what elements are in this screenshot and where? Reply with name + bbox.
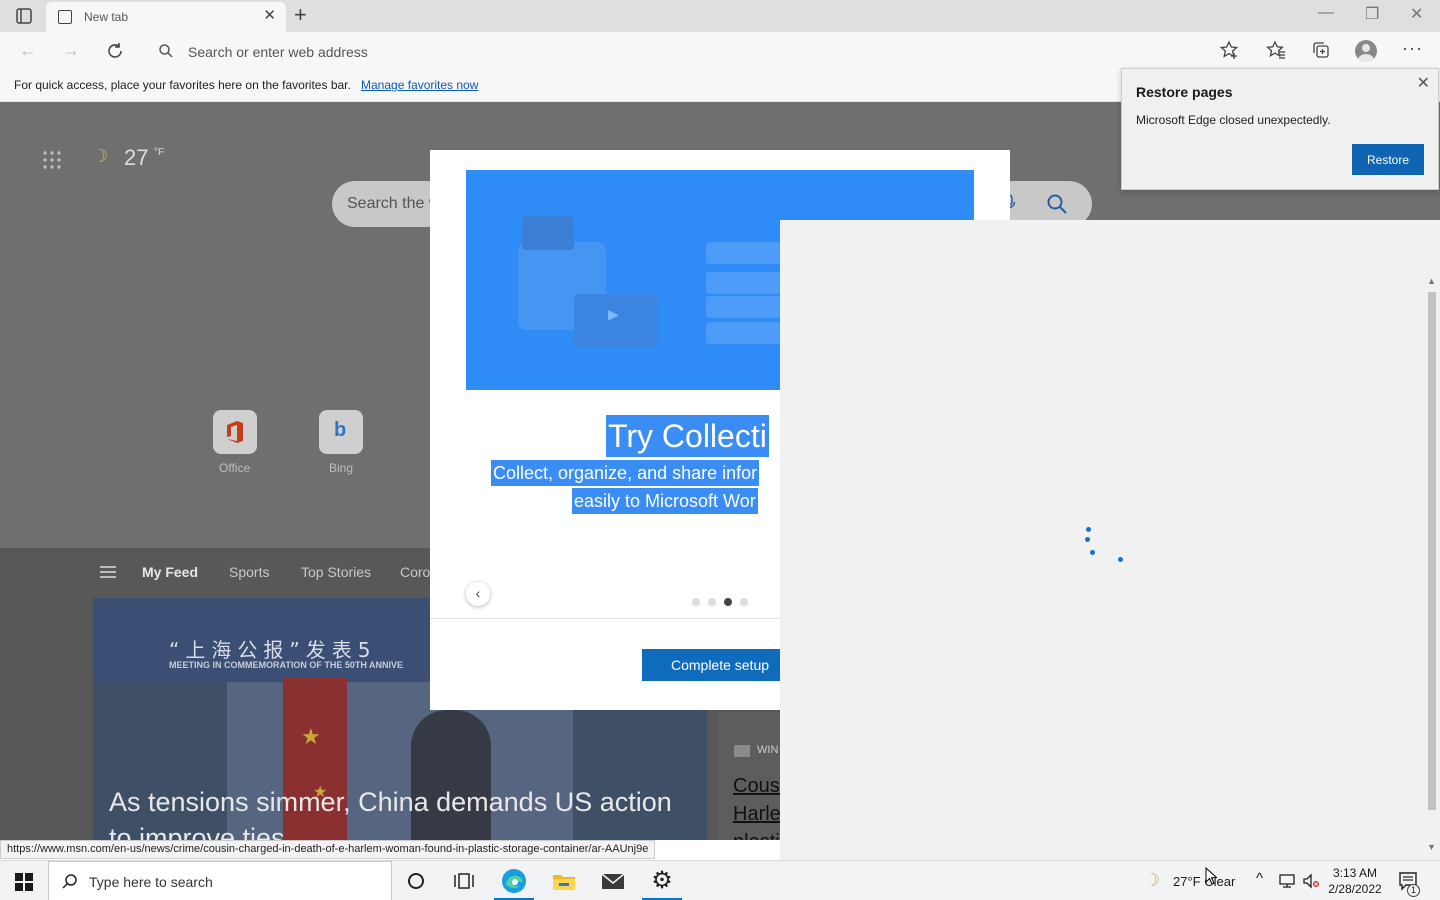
mail-icon[interactable] <box>599 867 627 895</box>
status-bar-url: https://www.msn.com/en-us/news/crime/cou… <box>0 840 656 859</box>
restore-popup-message: Microsoft Edge closed unexpectedly. <box>1136 113 1331 127</box>
dialog-headline: Try Collecti <box>606 415 769 457</box>
restore-popup-title: Restore pages <box>1136 84 1233 100</box>
minimize-icon[interactable]: — <box>1318 4 1334 22</box>
page-scrollbar[interactable]: ▲ ▼ <box>1424 276 1440 860</box>
close-icon[interactable]: ✕ <box>1417 73 1430 93</box>
refresh-icon[interactable] <box>104 40 126 62</box>
hero-headline[interactable]: As tensions simmer, China demands US act… <box>109 784 699 840</box>
loading-spinner-dot <box>1118 557 1123 562</box>
tab-title: New tab <box>84 10 129 24</box>
quick-link-label: Bing <box>329 461 354 475</box>
hero-banner-chinese-text: “上海公报”发表5 <box>169 638 377 662</box>
file-explorer-icon[interactable] <box>550 867 578 895</box>
news-source-logo <box>734 745 750 757</box>
dialog-description: easily to Microsoft Wor <box>572 488 758 514</box>
search-icon <box>159 44 173 58</box>
favorites-icon[interactable] <box>1266 40 1286 60</box>
notification-count-badge: 1 <box>1407 884 1420 897</box>
settings-more-icon[interactable]: ··· <box>1402 39 1423 57</box>
feed-menu-icon[interactable] <box>100 566 116 578</box>
weather-temperature[interactable]: 27 <box>124 145 148 171</box>
profile-avatar-icon[interactable] <box>1355 40 1377 62</box>
edge-browser-icon[interactable] <box>500 867 528 895</box>
volume-muted-icon[interactable] <box>1302 873 1320 889</box>
new-tab-page-icon <box>58 10 72 24</box>
side-card-headline-line[interactable]: Harle <box>733 803 781 826</box>
loading-spinner-dot <box>1086 527 1091 532</box>
illustration-list-row <box>706 296 786 318</box>
settings-gear-icon[interactable]: ⚙ <box>648 867 676 895</box>
pagination-dot[interactable] <box>708 598 716 606</box>
web-search-icon[interactable] <box>1046 193 1068 215</box>
loading-spinner-dot <box>1085 537 1090 542</box>
loading-window <box>780 220 1440 860</box>
news-source-name: WIN <box>757 744 779 756</box>
address-input[interactable]: Search or enter web address <box>146 36 1256 66</box>
scroll-down-icon[interactable]: ▼ <box>1427 842 1436 852</box>
weather-unit: °F <box>154 147 165 158</box>
scrollbar-thumb[interactable] <box>1428 292 1436 810</box>
weather-moon-icon: ☽ <box>92 146 109 166</box>
illustration-list-row <box>706 242 786 264</box>
taskbar-clock[interactable]: 3:13 AM 2/28/2022 <box>1328 865 1382 897</box>
tab-sports[interactable]: Sports <box>229 564 269 580</box>
previous-slide-button[interactable]: ‹ <box>466 582 490 606</box>
illustration-list-row <box>706 272 786 294</box>
bing-logo-icon: b <box>334 419 347 441</box>
illustration-card <box>522 216 574 250</box>
network-icon[interactable] <box>1278 873 1296 889</box>
complete-setup-button[interactable]: Complete setup <box>642 649 798 681</box>
side-card-headline-line[interactable]: Cous <box>733 775 780 798</box>
close-tab-icon[interactable]: ✕ <box>263 8 276 24</box>
tab-actions-icon[interactable] <box>10 6 38 26</box>
task-view-icon[interactable] <box>450 867 478 895</box>
close-window-icon[interactable]: ✕ <box>1410 4 1423 24</box>
play-icon: ▶ <box>608 306 619 322</box>
manage-favorites-link[interactable]: Manage favorites now <box>361 78 478 92</box>
title-bar: New tab ✕ + — ❐ ✕ <box>0 0 1440 32</box>
office-logo-icon <box>227 421 243 443</box>
restore-window-icon[interactable]: ❐ <box>1365 4 1379 24</box>
dialog-description: Collect, organize, and share infor <box>491 460 760 486</box>
new-tab-button[interactable]: + <box>294 4 307 26</box>
pagination-dot[interactable] <box>740 598 748 606</box>
address-placeholder: Search or enter web address <box>188 44 368 60</box>
taskbar-search-input[interactable]: Type here to search <box>48 861 392 900</box>
cortana-icon[interactable] <box>402 867 430 895</box>
quick-link-office[interactable] <box>213 410 257 454</box>
pagination-dot-active[interactable] <box>724 598 732 606</box>
tab-top-stories[interactable]: Top Stories <box>301 564 371 580</box>
web-search-placeholder: Search the w <box>347 195 441 212</box>
taskbar-search-placeholder: Type here to search <box>89 874 213 890</box>
show-hidden-icons-chevron-icon[interactable]: ^ <box>1256 870 1263 887</box>
mouse-cursor-icon <box>1205 867 1217 885</box>
tab-my-feed[interactable]: My Feed <box>142 564 198 580</box>
forward-icon[interactable]: → <box>62 40 80 60</box>
quick-link-bing[interactable]: b <box>319 410 363 454</box>
add-favorite-icon[interactable] <box>1219 40 1239 60</box>
weather-moon-icon: ☽ <box>1144 870 1161 890</box>
clock-time: 3:13 AM <box>1332 866 1378 880</box>
favorites-bar-message: For quick access, place your favorites h… <box>14 78 351 92</box>
illustration-list-row <box>706 322 786 344</box>
scroll-up-icon[interactable]: ▲ <box>1427 276 1436 286</box>
tab-coronavirus[interactable]: Coro <box>400 564 430 580</box>
windows-start-icon[interactable] <box>14 872 34 892</box>
search-icon <box>62 874 77 889</box>
tab-new-tab[interactable]: New tab ✕ <box>46 2 286 32</box>
app-launcher-icon[interactable] <box>42 150 62 170</box>
clock-date: 2/28/2022 <box>1328 882 1382 896</box>
side-card-headline-line[interactable]: plasti <box>733 831 780 840</box>
quick-link-label: Office <box>219 461 251 475</box>
restore-pages-popup: Restore pages Microsoft Edge closed unex… <box>1121 68 1439 190</box>
collections-icon[interactable] <box>1311 40 1331 60</box>
restore-button[interactable]: Restore <box>1352 144 1424 175</box>
taskbar: Type here to search ⚙ ☽ 27°F Clear ^ 3:1… <box>0 860 1440 900</box>
loading-spinner-dot <box>1090 550 1095 555</box>
pagination-dot[interactable] <box>692 598 700 606</box>
hero-banner-subtitle: MEETING IN COMMEMORATION OF THE 50TH ANN… <box>169 660 404 670</box>
back-icon[interactable]: ← <box>19 40 37 60</box>
